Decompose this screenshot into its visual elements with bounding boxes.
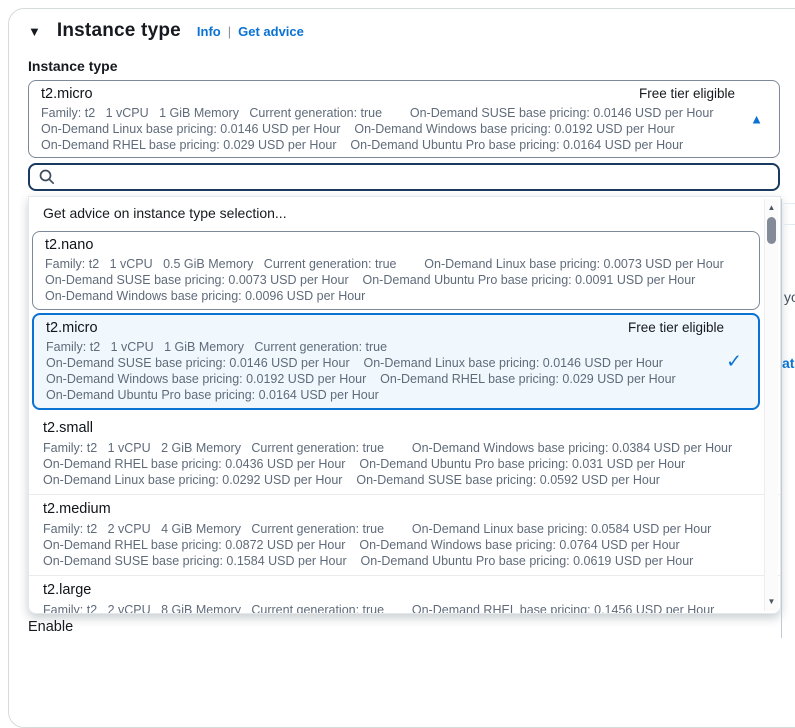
option-t2-medium[interactable]: t2.medium Family: t2 2 vCPU 4 GiB Memory… — [29, 494, 780, 575]
section-collapse-icon[interactable]: ▼ — [28, 24, 41, 39]
collapse-dropdown-icon[interactable]: ▲ — [750, 112, 763, 127]
free-tier-badge: Free tier eligible — [627, 320, 724, 335]
right-panel-line — [783, 224, 795, 225]
option-t2-micro-selected[interactable]: t2.micro Free tier eligible Family: t2 1… — [32, 313, 760, 410]
scroll-up-icon[interactable]: ▲ — [765, 201, 778, 215]
clipped-link-fragment: ate — [782, 355, 795, 371]
selected-check-icon: ✓ — [726, 351, 742, 372]
option-detail-line: Family: t2 1 vCPU 1 GiB Memory Current g… — [46, 340, 388, 354]
clipped-text-fragment: yo — [784, 289, 795, 305]
option-title: t2.small — [43, 420, 93, 436]
scrollbar-thumb[interactable] — [767, 217, 776, 244]
option-t2-nano[interactable]: t2.nano Family: t2 1 vCPU 0.5 GiB Memory… — [32, 231, 760, 310]
option-detail-line: Family: t2 1 vCPU 0.5 GiB Memory Current… — [45, 257, 724, 271]
option-detail-line: On-Demand Windows base pricing: 0.0096 U… — [45, 289, 366, 303]
option-detail-line: Family: t2 2 vCPU 8 GiB Memory Current g… — [43, 603, 715, 614]
option-title: t2.nano — [45, 237, 94, 253]
instance-type-dropdown: Get advice on instance type selection...… — [28, 196, 781, 614]
get-advice-option[interactable]: Get advice on instance type selection... — [29, 197, 780, 230]
option-t2-large[interactable]: t2.large Family: t2 2 vCPU 8 GiB Memory … — [29, 575, 780, 614]
right-panel-divider — [781, 199, 782, 638]
dropdown-scrollbar[interactable]: ▲ ▼ — [764, 199, 778, 611]
selected-option-title: t2.micro — [41, 86, 93, 102]
option-detail-line: Family: t2 2 vCPU 4 GiB Memory Current g… — [43, 522, 712, 536]
option-title: t2.large — [43, 582, 92, 598]
instance-type-select-control[interactable]: t2.micro Free tier eligible Family: t2 1… — [28, 80, 780, 158]
selected-detail-line: On-Demand RHEL base pricing: 0.029 USD p… — [41, 138, 684, 152]
option-detail-line: On-Demand Windows base pricing: 0.0192 U… — [46, 372, 676, 386]
option-detail-line: Family: t2 1 vCPU 2 GiB Memory Current g… — [43, 441, 733, 455]
option-detail-line: On-Demand Ubuntu Pro base pricing: 0.016… — [46, 388, 379, 402]
section-title: Instance type — [56, 20, 181, 41]
scroll-down-icon[interactable]: ▼ — [765, 595, 778, 609]
selected-detail-line: Family: t2 1 vCPU 1 GiB Memory Current g… — [41, 106, 714, 120]
selected-free-tier-badge: Free tier eligible — [638, 86, 735, 101]
enable-field-label: Enable — [28, 619, 74, 635]
option-detail-line: On-Demand RHEL base pricing: 0.0872 USD … — [43, 538, 680, 552]
option-detail-line: On-Demand SUSE base pricing: 0.0073 USD … — [45, 273, 696, 287]
option-detail-line: On-Demand RHEL base pricing: 0.0436 USD … — [43, 457, 686, 471]
option-t2-small[interactable]: t2.small Family: t2 1 vCPU 2 GiB Memory … — [29, 414, 780, 494]
option-detail-line: On-Demand Linux base pricing: 0.0292 USD… — [43, 473, 660, 487]
search-icon — [39, 169, 55, 185]
option-title: t2.medium — [43, 501, 111, 517]
instance-type-field-label: Instance type — [28, 58, 118, 74]
option-title: t2.micro — [46, 320, 98, 336]
instance-type-search-input[interactable] — [56, 167, 770, 187]
link-divider: | — [227, 23, 232, 39]
search-box[interactable] — [28, 163, 780, 191]
info-link[interactable]: Info — [197, 24, 221, 39]
option-detail-line: On-Demand SUSE base pricing: 0.1584 USD … — [43, 554, 694, 568]
get-advice-link[interactable]: Get advice — [238, 24, 304, 39]
section-header: ▼ Instance type Info | Get advice — [28, 20, 304, 42]
selected-detail-line: On-Demand Linux base pricing: 0.0146 USD… — [41, 122, 675, 136]
right-panel-line — [783, 203, 795, 204]
option-detail-line: On-Demand SUSE base pricing: 0.0146 USD … — [46, 356, 663, 370]
